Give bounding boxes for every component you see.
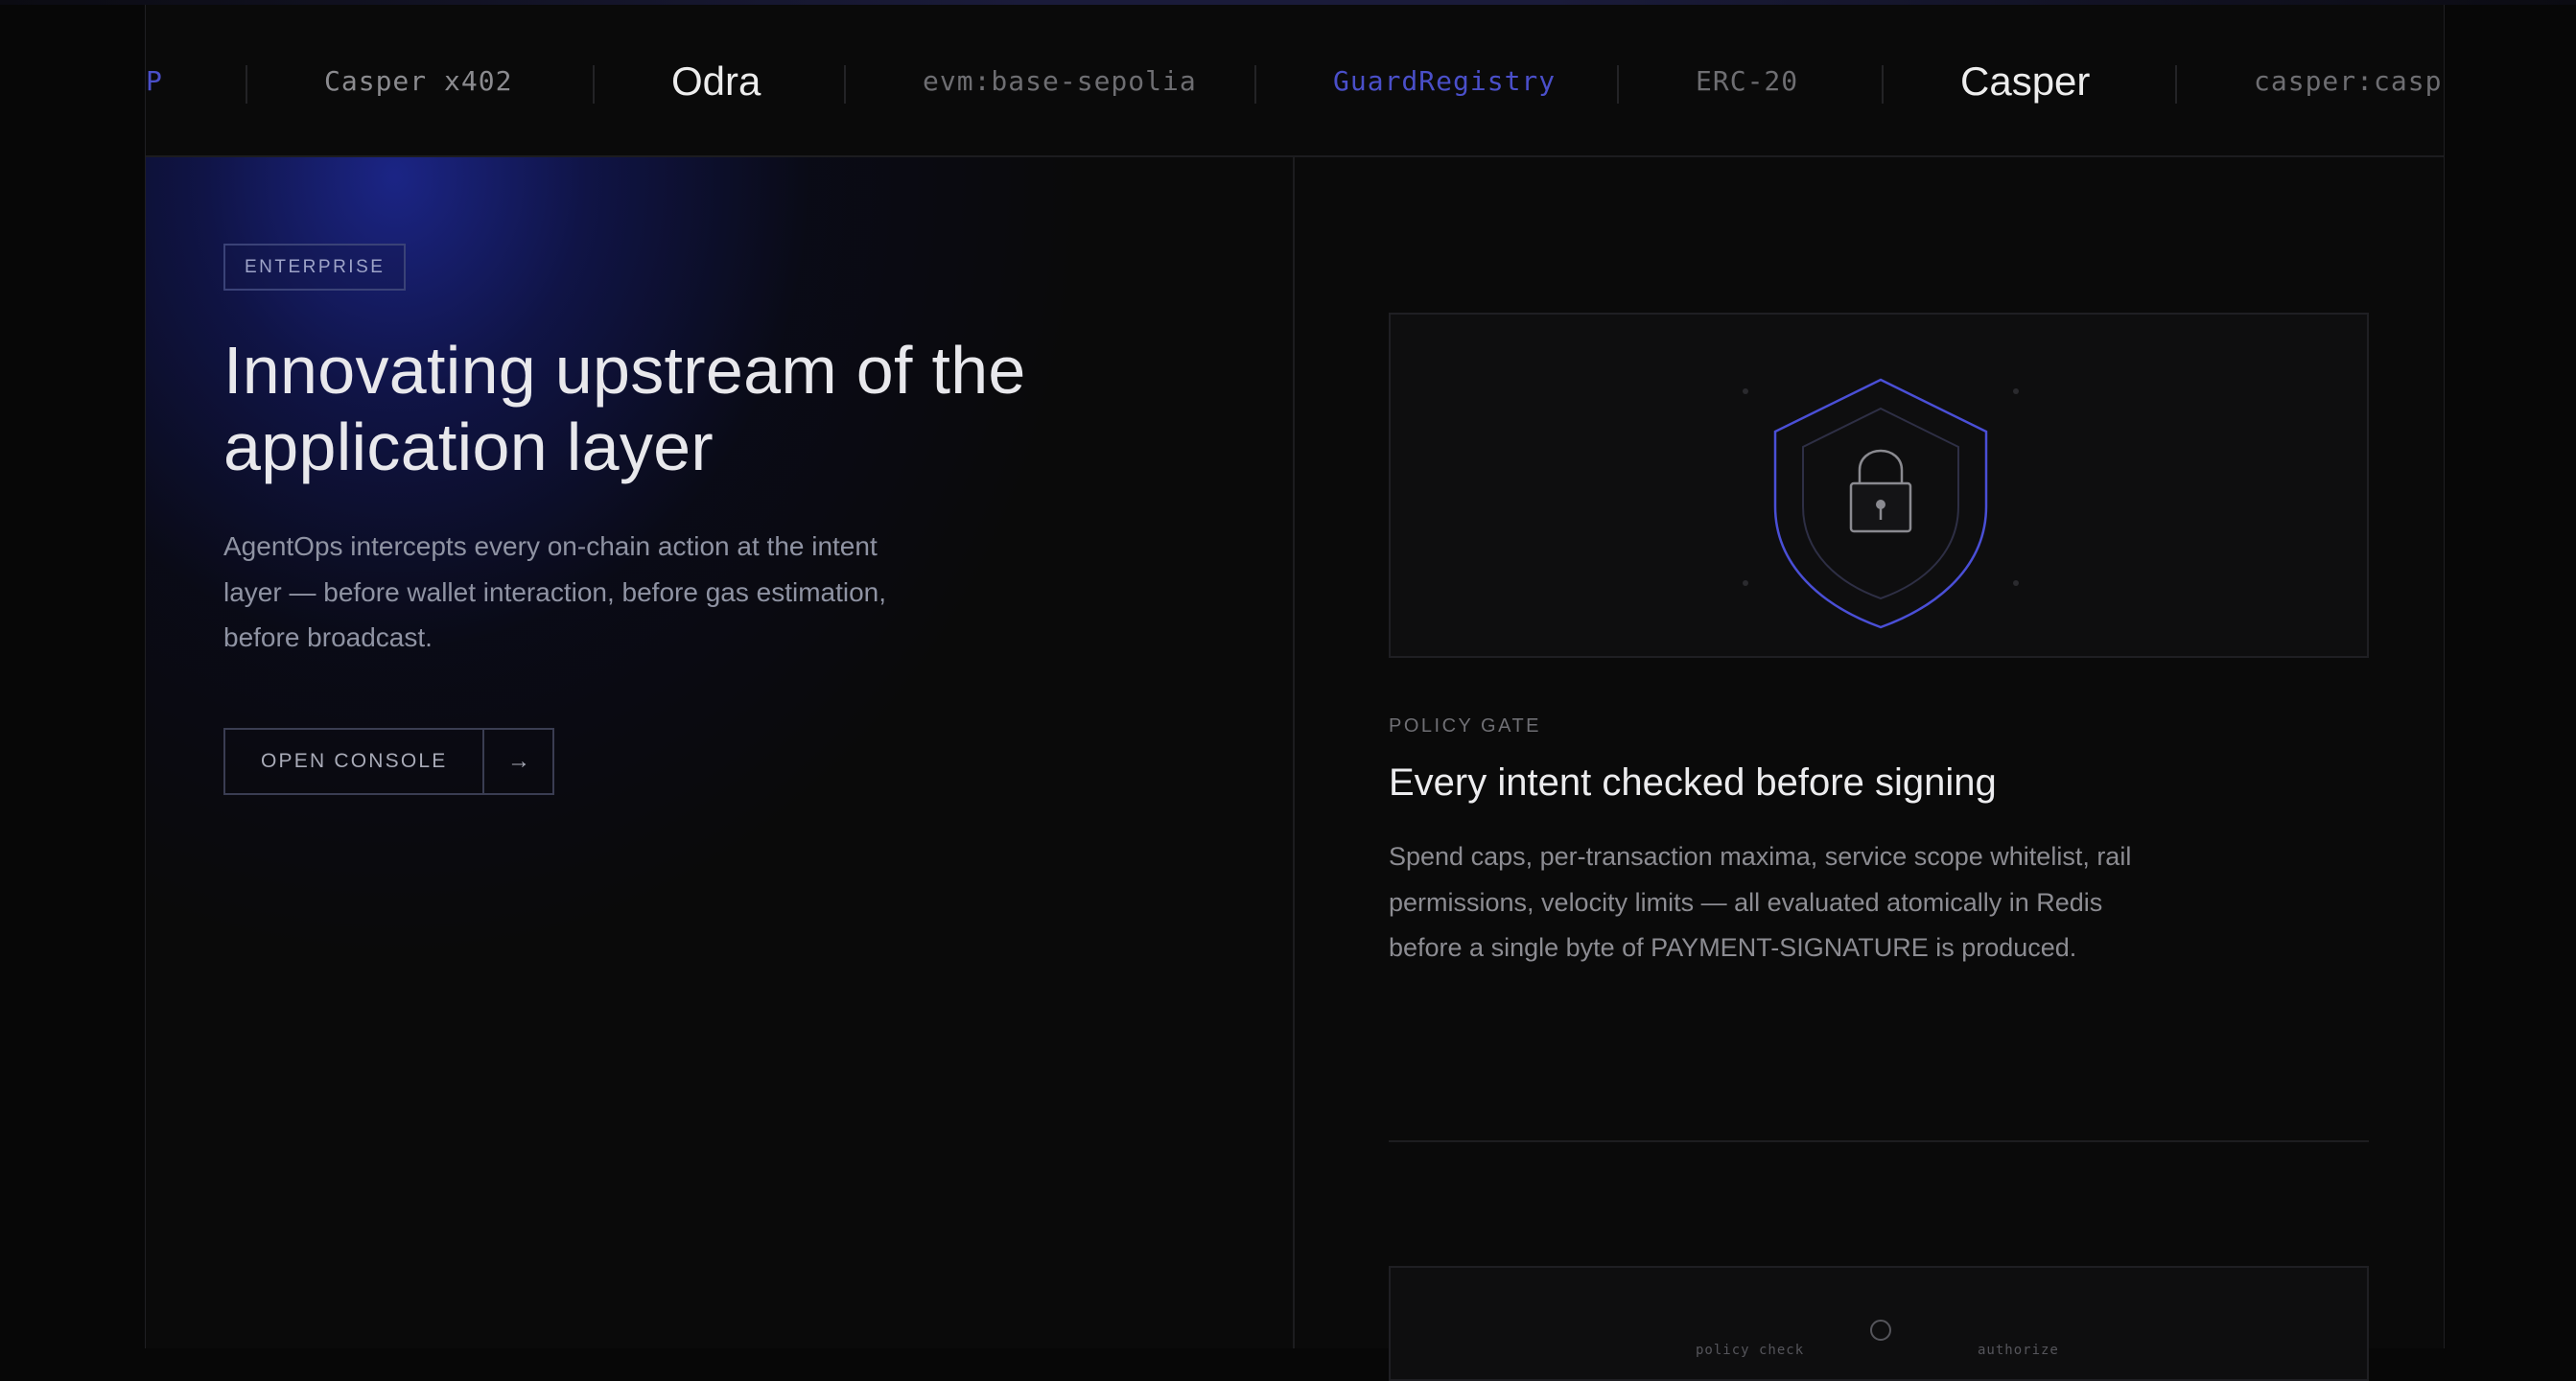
marquee-item: casper:caspe — [2254, 65, 2444, 97]
marquee-separator — [1882, 65, 1884, 104]
marquee-separator — [1617, 65, 1619, 104]
enterprise-badge: ENTERPRISE — [223, 244, 407, 291]
marquee-separator — [1254, 65, 1256, 104]
marquee-separator — [2175, 65, 2177, 104]
hero-title: Innovating upstream of the application l… — [223, 333, 1026, 484]
marquee-item: evm:base-sepolia — [923, 65, 1197, 97]
marquee-separator — [844, 65, 846, 104]
marquee-item: Casper x402 — [324, 65, 513, 97]
page-frame: P Casper x402 Odra evm:base-sepolia Guar… — [145, 5, 2445, 1381]
shield-lock-icon — [1743, 378, 2019, 629]
feature-panel: POLICY GATE Every intent checked before … — [1295, 157, 2444, 1381]
hero-panel: ENTERPRISE Innovating upstream of the ap… — [146, 157, 1295, 1348]
flow-label: authorize — [1978, 1343, 2059, 1358]
flow-illustration: policy check authorize — [1389, 1266, 2369, 1381]
feature-eyebrow: POLICY GATE — [1389, 715, 1542, 737]
feature-title: Every intent checked before signing — [1389, 761, 1997, 804]
marquee-item: GuardRegistry — [1333, 65, 1557, 97]
partner-marquee: P Casper x402 Odra evm:base-sepolia Guar… — [146, 5, 2444, 157]
marquee-item: P — [146, 65, 163, 97]
policy-gate-illustration — [1389, 313, 2369, 658]
open-console-label: OPEN CONSOLE — [225, 730, 485, 793]
flow-node-icon — [1870, 1320, 1891, 1341]
arrow-right-icon: → — [506, 748, 530, 774]
feature-description: Spend caps, per-transaction maxima, serv… — [1389, 842, 2132, 962]
marquee-item: Casper — [1960, 58, 2091, 104]
hero-description: AgentOps intercepts every on-chain actio… — [223, 531, 887, 652]
open-console-button[interactable]: OPEN CONSOLE → — [223, 728, 555, 795]
marquee-separator — [246, 65, 247, 104]
flow-label: policy check — [1696, 1343, 1805, 1358]
marquee-item: Odra — [671, 58, 761, 104]
marquee-separator — [593, 65, 595, 104]
marquee-item: ERC-20 — [1696, 65, 1799, 97]
section-divider — [1389, 1140, 2369, 1142]
